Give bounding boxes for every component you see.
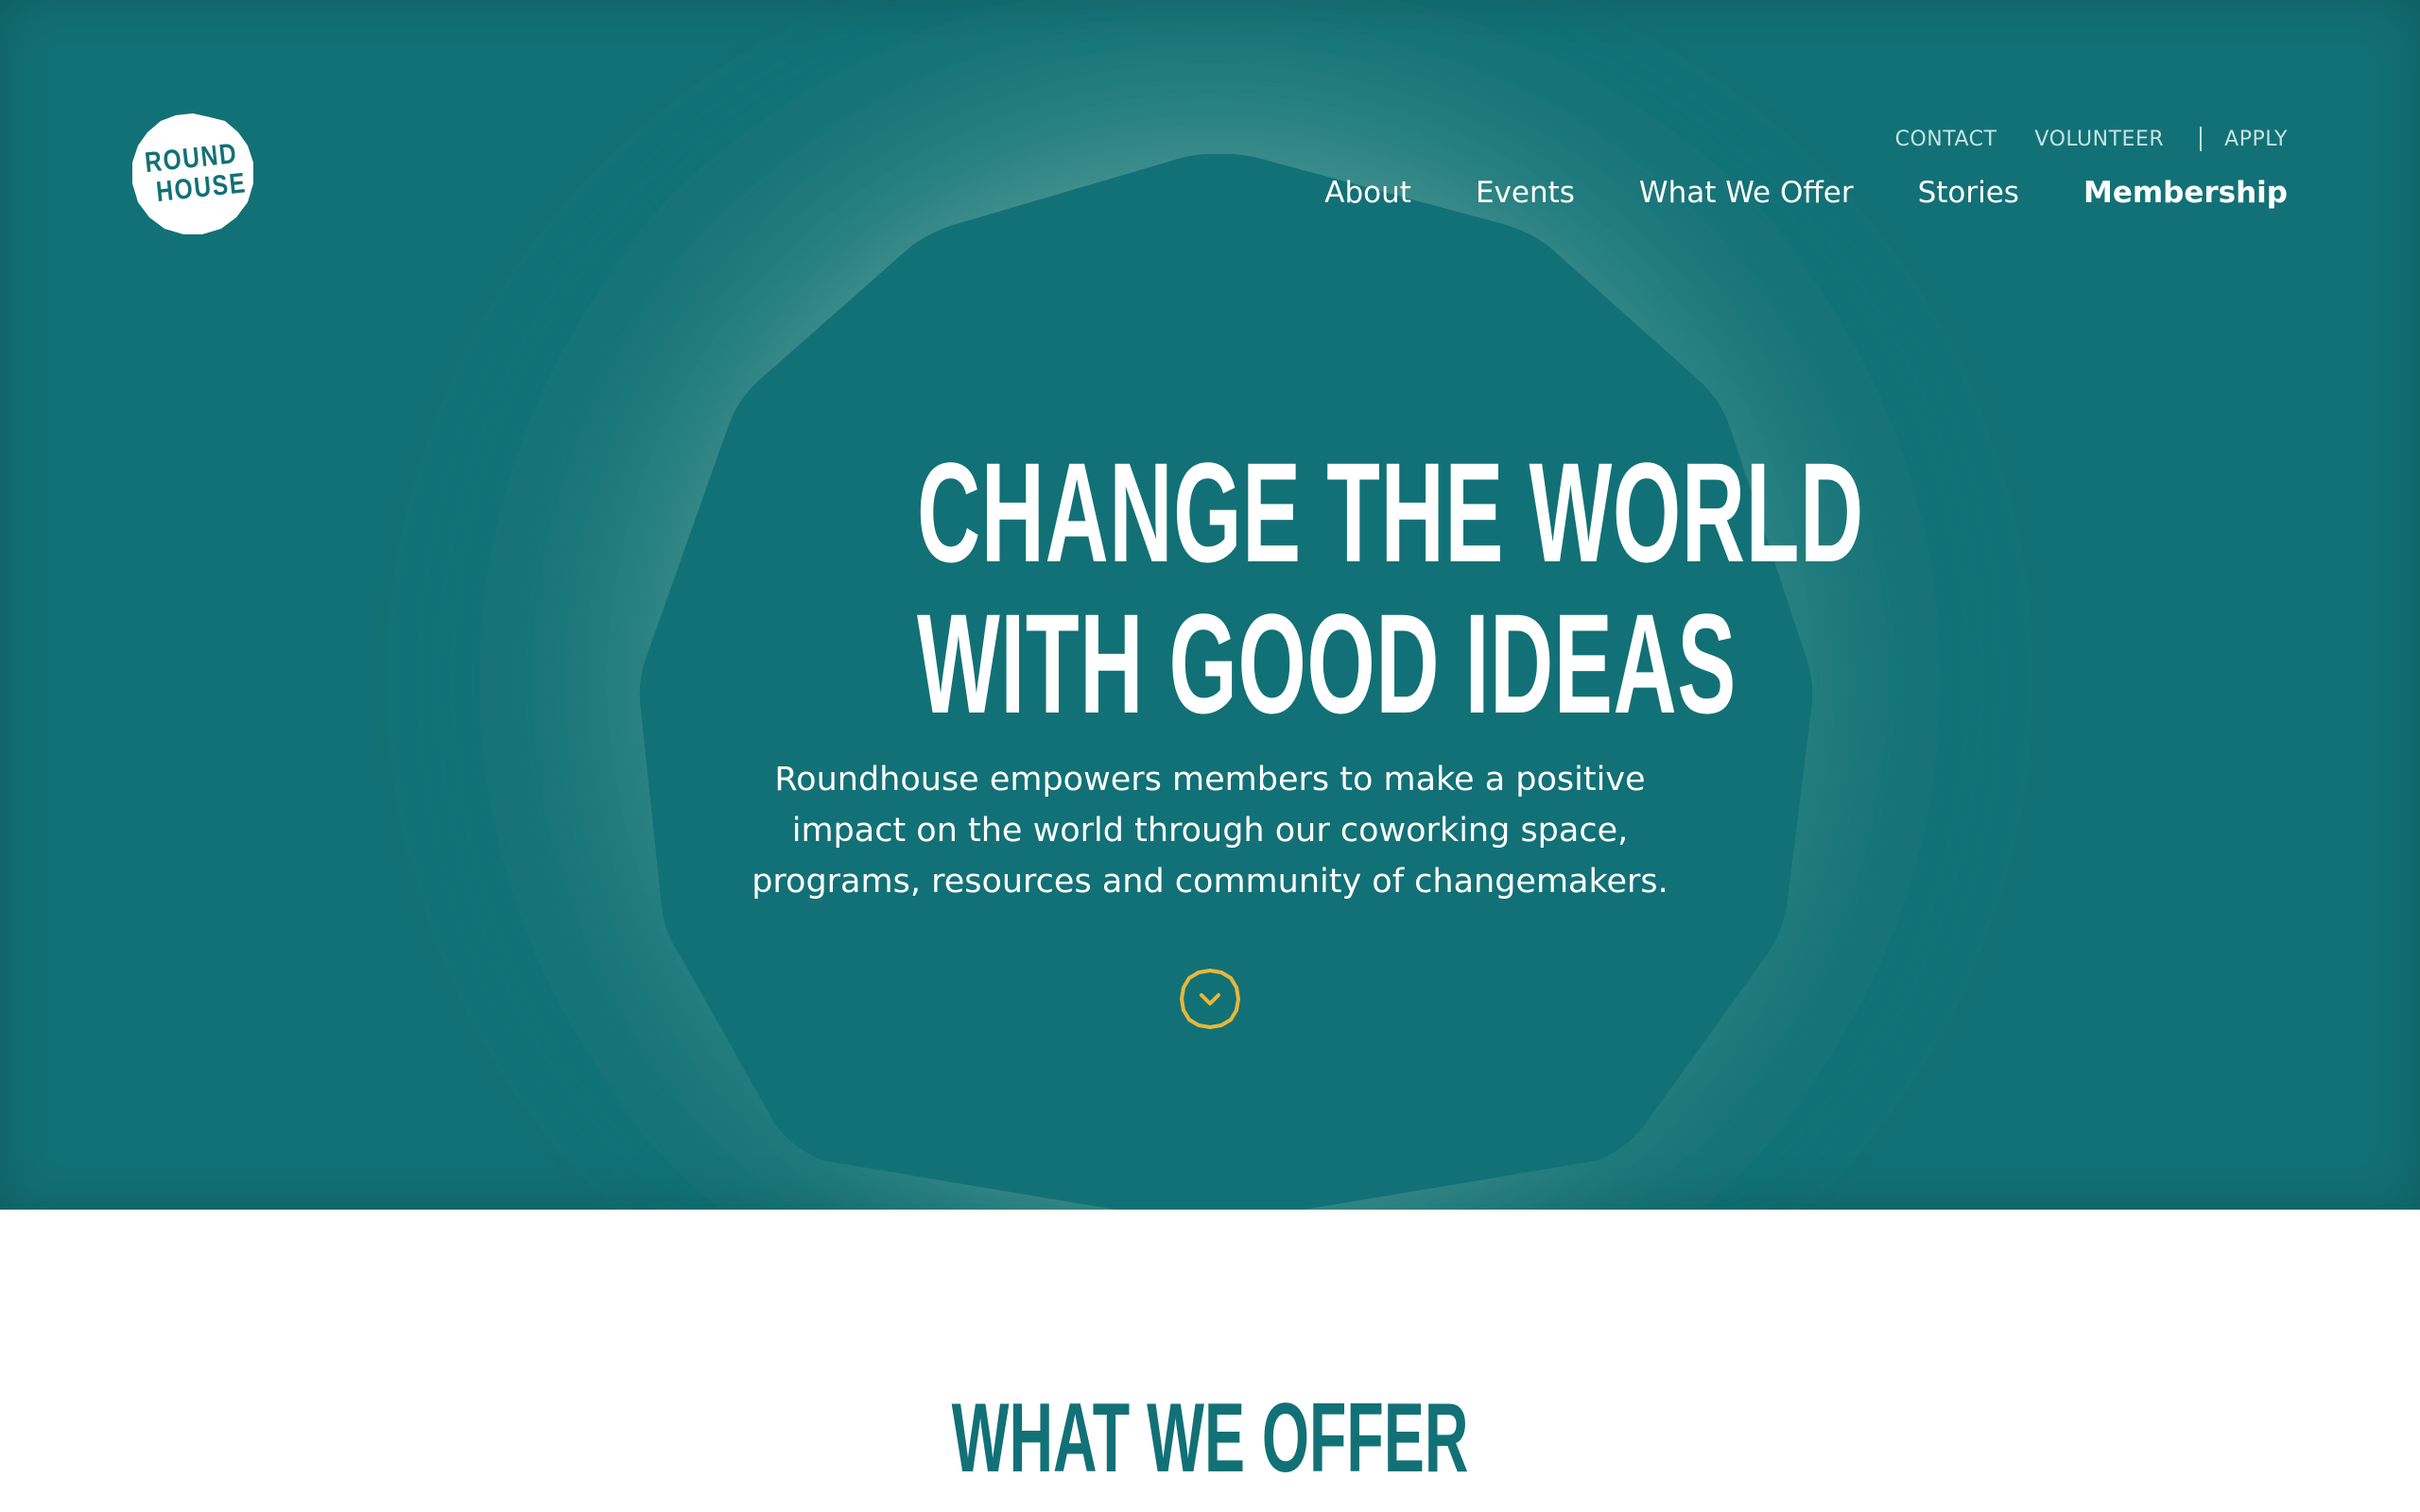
main-nav: About Events What We Offer Stories Membe…	[1324, 176, 2288, 210]
utility-nav: CONTACT VOLUNTEER APPLY	[1895, 127, 2288, 151]
scroll-down-button[interactable]	[1179, 968, 1241, 1030]
what-we-offer-heading: WHAT WE OFFER	[951, 1383, 1469, 1493]
hero-section: ROUND HOUSE CONTACT VOLUNTEER APPLY Abou…	[0, 0, 2420, 1210]
nav-events[interactable]: Events	[1476, 176, 1575, 210]
logo-wordmark: ROUND HOUSE	[135, 107, 250, 242]
hero-headline-line-1: CHANGE THE WORLD	[917, 433, 1864, 592]
hero-description-line-1: Roundhouse empowers members to make a po…	[774, 761, 1646, 799]
util-nav-divider	[2200, 127, 2203, 151]
hero-description-line-3: programs, resources and community of cha…	[752, 863, 1668, 901]
util-nav-volunteer[interactable]: VOLUNTEER	[2034, 128, 2164, 151]
chevron-down-circle-icon	[1180, 969, 1240, 1029]
hero-headline: CHANGE THE WORLD WITH GOOD IDEAS	[917, 433, 1864, 743]
util-nav-apply[interactable]: APPLY	[2224, 128, 2288, 151]
nav-membership[interactable]: Membership	[2083, 176, 2288, 210]
util-nav-contact[interactable]: CONTACT	[1895, 128, 1997, 151]
nav-what-we-offer[interactable]: What We Offer	[1639, 176, 1854, 210]
nav-about[interactable]: About	[1324, 176, 1411, 210]
nav-stories[interactable]: Stories	[1918, 176, 2019, 210]
hero-description-line-2: impact on the world through our coworkin…	[791, 812, 1629, 850]
hero-headline-line-2: WITH GOOD IDEAS	[917, 584, 1737, 743]
hero-description: Roundhouse empowers members to make a po…	[737, 754, 1683, 907]
roundhouse-logo[interactable]: ROUND HOUSE	[130, 112, 255, 236]
